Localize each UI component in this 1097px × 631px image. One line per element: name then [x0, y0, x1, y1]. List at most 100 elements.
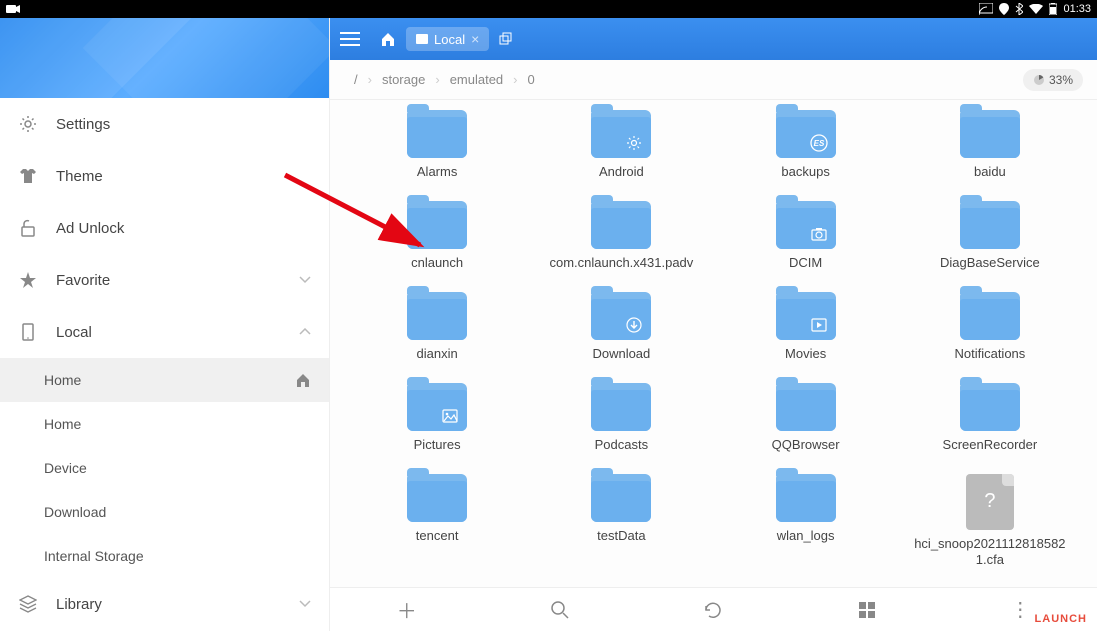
sidebar-item-library[interactable]: Library — [0, 578, 329, 630]
crumb-emulated[interactable]: emulated — [440, 72, 513, 87]
folder-item[interactable]: Download — [534, 292, 708, 363]
folder-item[interactable]: testData — [534, 474, 708, 570]
folder-item[interactable]: DiagBaseService — [903, 201, 1077, 272]
sidebar-sub-internal[interactable]: Internal Storage — [0, 534, 329, 578]
folder-item[interactable]: Movies — [719, 292, 893, 363]
folder-icon — [776, 292, 836, 340]
more-button[interactable]: ⋮ — [1008, 598, 1032, 622]
bottom-toolbar: ＋ ⋮ — [330, 587, 1097, 631]
folder-label: Android — [599, 164, 644, 181]
folder-label: Podcasts — [595, 437, 648, 454]
sd-icon — [416, 34, 428, 44]
es-icon: ES — [810, 134, 828, 152]
folder-icon — [407, 383, 467, 431]
menu-button[interactable] — [340, 24, 370, 54]
sidebar-item-local[interactable]: Local — [0, 306, 329, 358]
folder-item[interactable]: baidu — [903, 110, 1077, 181]
status-bar: 01:33 — [0, 0, 1097, 18]
refresh-button[interactable] — [701, 598, 725, 622]
star-icon — [18, 270, 38, 290]
search-button[interactable] — [548, 598, 572, 622]
chevron-down-icon — [299, 600, 311, 608]
folder-label: ScreenRecorder — [943, 437, 1038, 454]
folder-item[interactable]: Podcasts — [534, 383, 708, 454]
sidebar-item-label: Favorite — [56, 272, 110, 289]
folder-item[interactable]: ScreenRecorder — [903, 383, 1077, 454]
folder-label: cnlaunch — [411, 255, 463, 272]
camera-icon — [6, 4, 20, 14]
folder-item[interactable]: Android — [534, 110, 708, 181]
folder-item[interactable]: DCIM — [719, 201, 893, 272]
folder-label: wlan_logs — [777, 528, 835, 545]
folder-item[interactable]: Alarms — [350, 110, 524, 181]
sidebar-sub-home[interactable]: Home — [0, 358, 329, 402]
camera-icon — [810, 225, 828, 243]
folder-icon — [407, 474, 467, 522]
folder-icon — [960, 201, 1020, 249]
sidebar-item-adunlock[interactable]: Ad Unlock — [0, 202, 329, 254]
folder-item[interactable]: Pictures — [350, 383, 524, 454]
location-icon — [999, 3, 1009, 15]
folder-label: DCIM — [789, 255, 822, 272]
sidebar-item-settings[interactable]: Settings — [0, 98, 329, 150]
folder-item[interactable]: dianxin — [350, 292, 524, 363]
unlock-icon — [18, 218, 38, 238]
home-button[interactable] — [380, 31, 396, 47]
folder-label: QQBrowser — [772, 437, 840, 454]
folder-icon — [407, 201, 467, 249]
folder-icon — [960, 383, 1020, 431]
folder-label: com.cnlaunch.x431.padv — [549, 255, 693, 272]
sidebar-sub-device[interactable]: Device — [0, 446, 329, 490]
folder-icon: ES — [776, 110, 836, 158]
folder-item[interactable]: tencent — [350, 474, 524, 570]
folder-icon — [776, 383, 836, 431]
pie-icon — [1033, 74, 1045, 86]
folder-label: Download — [592, 346, 650, 363]
crumb-root[interactable]: / — [344, 72, 368, 87]
crumb-zero[interactable]: 0 — [518, 72, 545, 87]
file-item[interactable]: ? hci_snoop20211128185821.cfa — [903, 474, 1077, 570]
folder-label: dianxin — [417, 346, 458, 363]
sidebar-sub-download[interactable]: Download — [0, 490, 329, 534]
download-icon — [625, 316, 643, 334]
folder-item[interactable]: cnlaunch — [350, 201, 524, 272]
storage-pct: 33% — [1049, 73, 1073, 87]
crumb-storage[interactable]: storage — [372, 72, 435, 87]
file-label: hci_snoop20211128185821.cfa — [910, 536, 1070, 570]
file-grid: Alarms Android ESbackupsbaidu cnlaunch com.c… — [330, 100, 1097, 587]
folder-label: tencent — [416, 528, 459, 545]
add-tab-button[interactable] — [499, 32, 513, 46]
battery-icon — [1049, 3, 1057, 15]
folder-item[interactable]: wlan_logs — [719, 474, 893, 570]
main-header: Local × — [330, 18, 1097, 60]
file-icon: ? — [966, 474, 1014, 530]
folder-label: Movies — [785, 346, 826, 363]
chevron-up-icon — [299, 328, 311, 336]
folder-icon — [960, 292, 1020, 340]
layers-icon — [18, 594, 38, 614]
folder-icon — [591, 292, 651, 340]
gear-icon — [625, 134, 643, 152]
sidebar: Settings Theme Ad Unlock Favorite Local — [0, 18, 330, 631]
sidebar-item-theme[interactable]: Theme — [0, 150, 329, 202]
folder-item[interactable]: ESbackups — [719, 110, 893, 181]
folder-icon — [591, 110, 651, 158]
image-icon — [441, 407, 459, 425]
cast-icon — [979, 3, 993, 15]
tab-local[interactable]: Local × — [406, 27, 489, 51]
folder-icon — [407, 110, 467, 158]
new-button[interactable]: ＋ — [395, 598, 419, 622]
view-button[interactable] — [855, 598, 879, 622]
close-icon[interactable]: × — [471, 31, 479, 47]
chevron-down-icon — [299, 276, 311, 284]
sidebar-item-favorite[interactable]: Favorite — [0, 254, 329, 306]
folder-item[interactable]: Notifications — [903, 292, 1077, 363]
sidebar-sub-label: Internal Storage — [44, 548, 144, 564]
folder-icon — [591, 383, 651, 431]
sidebar-item-label: Local — [56, 324, 92, 341]
folder-item[interactable]: com.cnlaunch.x431.padv — [534, 201, 708, 272]
storage-badge[interactable]: 33% — [1023, 69, 1083, 91]
folder-item[interactable]: QQBrowser — [719, 383, 893, 454]
phone-icon — [18, 322, 38, 342]
sidebar-sub-home2[interactable]: Home — [0, 402, 329, 446]
